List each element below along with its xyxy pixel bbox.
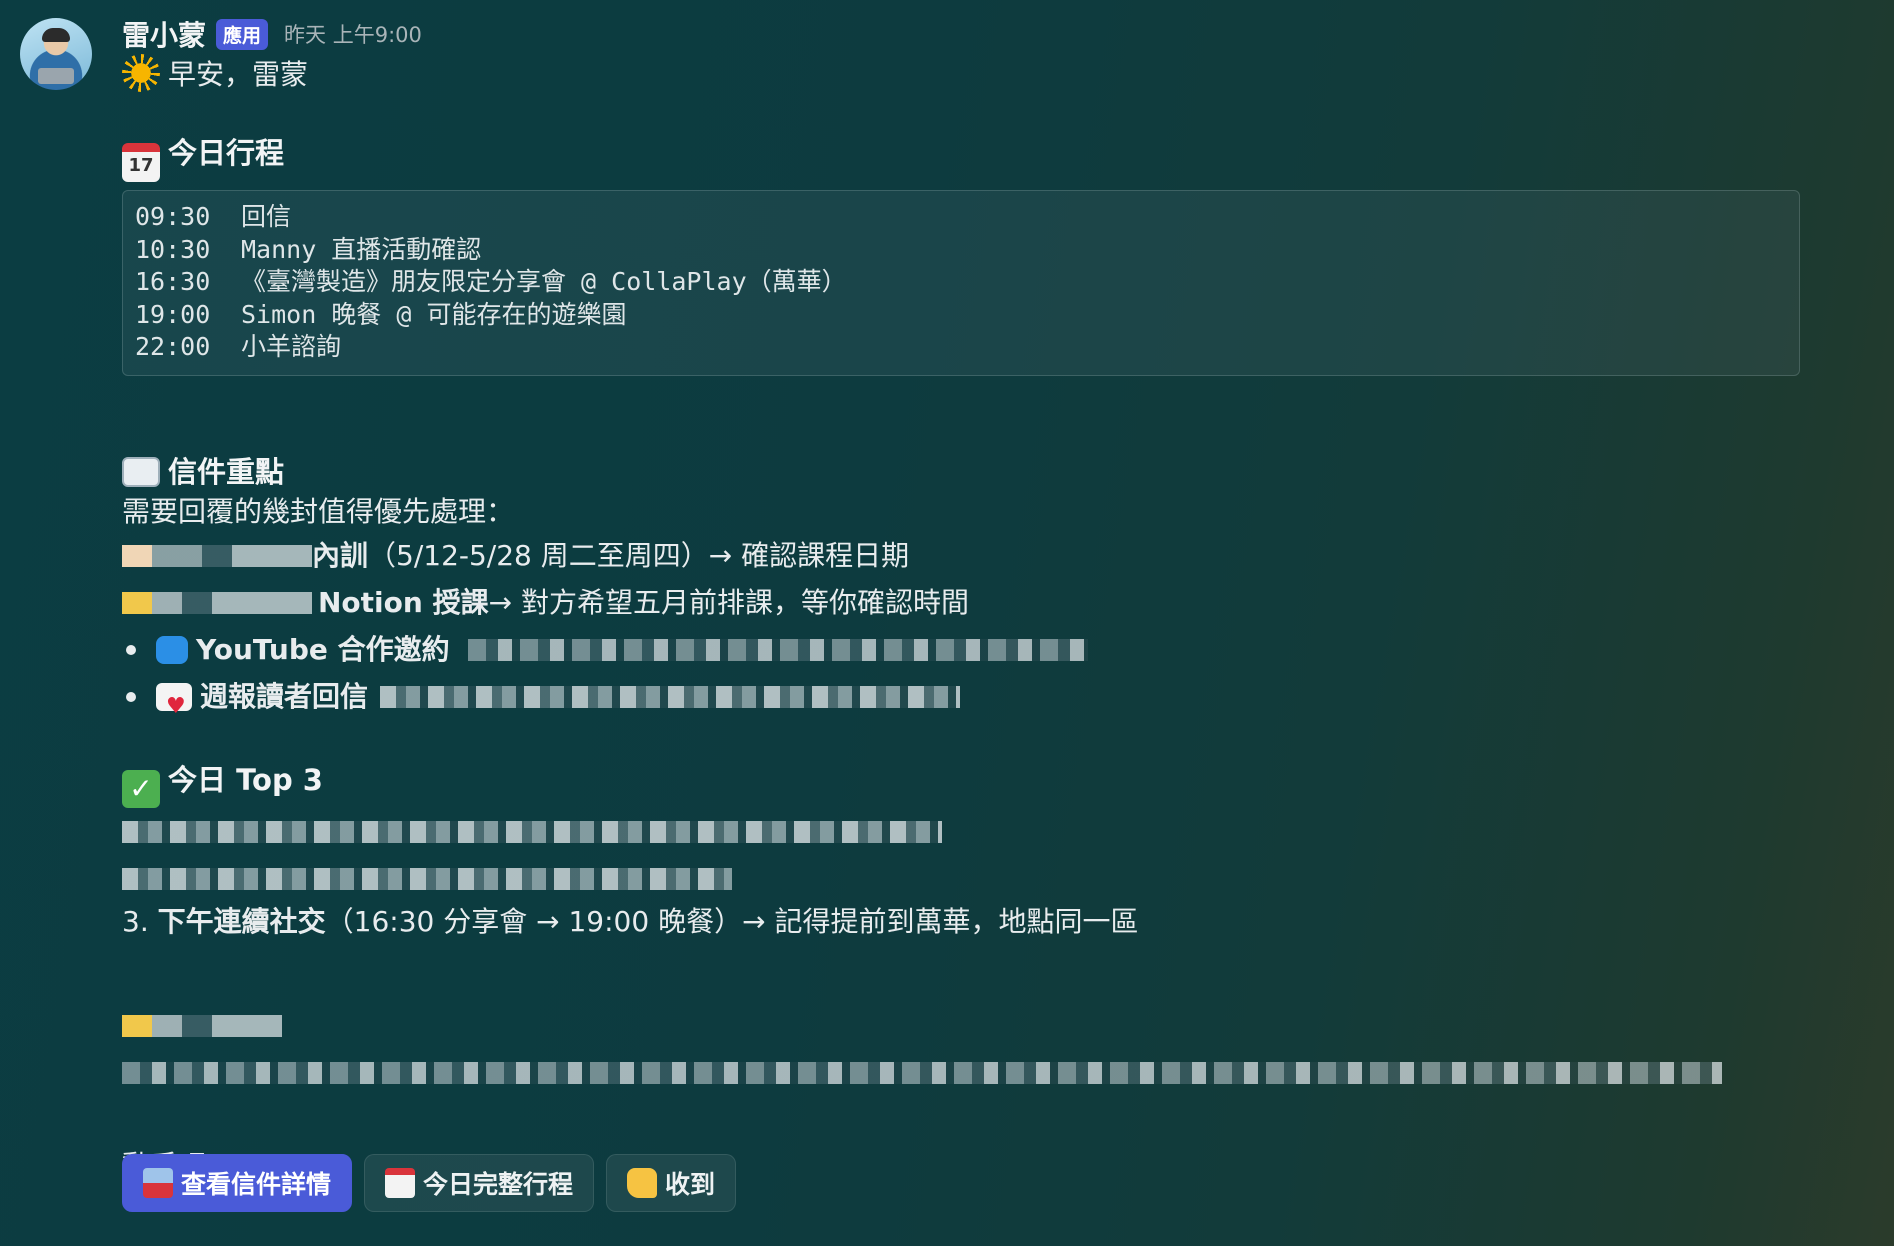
redacted-text: [380, 685, 961, 708]
avatar-laptop: [38, 68, 74, 84]
envelope-icon: [122, 457, 160, 487]
mailbox-icon: [143, 1168, 173, 1198]
schedule-time: 09:30: [135, 202, 211, 231]
message: 雷小蒙 應用 昨天 上午9:00 早安，雷蒙 17 今日行程 09:30 回信 10…: [0, 0, 1894, 1246]
mail-details-label: 查看信件詳情: [181, 1170, 332, 1199]
schedule-time: 16:30: [135, 267, 211, 296]
tv-icon: [156, 635, 188, 664]
acknowledge-button[interactable]: 收到: [606, 1154, 737, 1212]
redacted-text: [122, 867, 732, 890]
schedule-codeblock: 09:30 回信 10:30 Manny 直播活動確認 16:30 《臺灣製造》朋友限…: [122, 190, 1800, 376]
redacted-text: [122, 1014, 282, 1037]
full-schedule-label: 今日完整行程: [423, 1170, 574, 1199]
mail-item-text: （5/12-5/28 周二至周四）→ 確認課程日期: [368, 539, 910, 572]
schedule-row: 16:30 《臺灣製造》朋友限定分享會 @ CollaPlay（萬華）: [135, 266, 1787, 299]
mail-item-bold: Notion 授課: [318, 586, 489, 619]
redacted-text: [467, 638, 1088, 661]
schedule-row: 22:00 小羊諮詢: [135, 331, 1787, 364]
schedule-text: Manny 直播活動確認: [241, 234, 482, 264]
timestamp[interactable]: 昨天 上午9:00: [284, 19, 422, 49]
redacted-text: [122, 591, 312, 614]
schedule-text: Simon 晚餐 @ 可能存在的遊樂園: [241, 299, 627, 329]
calendar-icon: [385, 1168, 416, 1198]
message-header: 雷小蒙 應用 昨天 上午9:00: [122, 14, 1802, 54]
redacted-text: [122, 544, 312, 567]
schedule-time: 10:30: [135, 234, 211, 264]
avatar-hair: [42, 28, 70, 42]
schedule-row: 19:00 Simon 晚餐 @ 可能存在的遊樂園: [135, 299, 1787, 332]
schedule-text: 《臺灣製造》朋友限定分享會 @ CollaPlay（萬華）: [241, 267, 847, 296]
mail-item-bold: 內訓: [312, 539, 369, 572]
schedule-time: 22:00: [135, 332, 211, 361]
top3-title: ✓ 今日 Top 3: [122, 760, 1802, 808]
mail-item: Notion 授課 → 對方希望五月前排課，等你確認時間: [122, 579, 1802, 626]
greeting: 早安，雷蒙: [122, 54, 1802, 95]
redacted-text: [122, 820, 942, 843]
top3-item-text: （16:30 分享會 → 19:00 晚餐）→ 記得提前到萬華，地點同一區: [325, 905, 1139, 938]
sun-icon: [122, 54, 160, 92]
schedule-row: 10:30 Manny 直播活動確認: [135, 234, 1787, 267]
mail-title-text: 信件重點: [168, 455, 285, 489]
mail-item-text: → 對方希望五月前排課，等你確認時間: [488, 586, 969, 619]
mail-item: YouTube 合作邀約: [122, 626, 1802, 673]
avatar[interactable]: [20, 18, 92, 90]
top3-item-number: 3.: [122, 905, 149, 938]
schedule-row: 09:30 回信: [135, 201, 1787, 234]
sender-name[interactable]: 雷小蒙: [122, 14, 206, 54]
mail-item: 週報讀者回信: [122, 673, 1802, 730]
app-badge: 應用: [216, 18, 269, 50]
redacted-section-title: [122, 1002, 1802, 1049]
redacted-paragraph: [122, 1049, 1802, 1096]
full-schedule-button[interactable]: 今日完整行程: [364, 1154, 595, 1212]
redacted-text: [122, 1061, 1722, 1084]
top3-item: [122, 855, 1802, 902]
check-mark-icon: ✓: [122, 770, 160, 808]
top3-item: [122, 808, 1802, 855]
message-content: 雷小蒙 應用 昨天 上午9:00 早安，雷蒙 17 今日行程 09:30 回信 10…: [122, 14, 1802, 1212]
top3-item-bold: 下午連續社交: [157, 905, 326, 938]
top3-title-text: 今日 Top 3: [168, 763, 323, 797]
schedule-title: 17 今日行程: [122, 133, 1802, 182]
schedule-text: 回信: [241, 202, 292, 231]
mail-item-bold: 週報讀者回信: [200, 680, 369, 713]
top3-item: 3. 下午連續社交（16:30 分享會 → 19:00 晚餐）→ 記得提前到萬華…: [122, 902, 1802, 942]
schedule-text: 小羊諮詢: [241, 332, 342, 361]
mail-item: 內訓 （5/12-5/28 周二至周四）→ 確認課程日期: [122, 532, 1802, 579]
mail-intro: 需要回覆的幾封值得優先處理：: [122, 495, 515, 528]
greeting-text: 早安，雷蒙: [168, 58, 309, 91]
schedule-title-text: 今日行程: [168, 136, 285, 170]
mail-title: 信件重點: [122, 452, 1802, 492]
mail-details-button[interactable]: 查看信件詳情: [122, 1154, 353, 1212]
action-buttons: 查看信件詳情 今日完整行程 收到: [122, 1154, 737, 1212]
bullet-dot: [126, 691, 136, 702]
mail-item-bold: YouTube 合作邀約: [196, 633, 450, 666]
love-letter-icon: [156, 682, 192, 730]
bullet-dot: [126, 644, 136, 655]
schedule-time: 19:00: [135, 299, 211, 329]
acknowledge-label: 收到: [665, 1170, 716, 1199]
thumbs-up-icon: [627, 1168, 658, 1198]
calendar-icon: 17: [122, 143, 160, 182]
